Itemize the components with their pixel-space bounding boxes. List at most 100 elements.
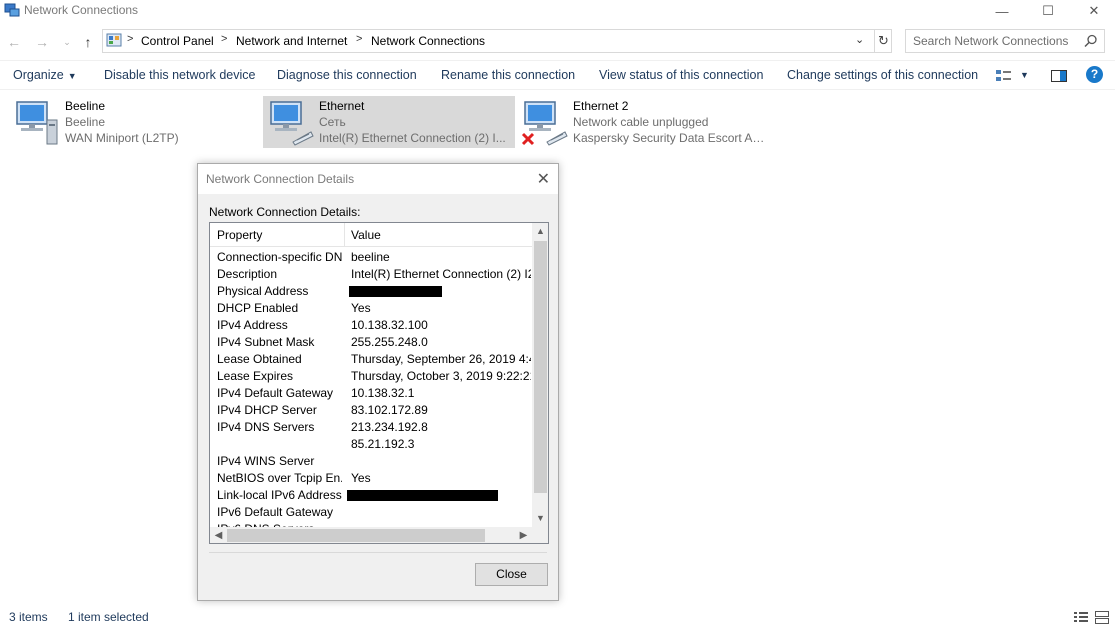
- network-computer-icon: [270, 101, 314, 146]
- connection-status: Beeline: [65, 115, 106, 129]
- refresh-icon[interactable]: ↻: [874, 30, 892, 52]
- column-header-property[interactable]: Property: [217, 228, 262, 242]
- property-cell: IPv4 Subnet Mask: [217, 335, 315, 349]
- connection-device: Intel(R) Ethernet Connection (2) I...: [319, 131, 506, 145]
- list-header: Property Value: [210, 223, 532, 247]
- details-label: Network Connection Details:: [209, 205, 361, 219]
- breadcrumb-network-and-internet[interactable]: Network and Internet: [236, 34, 347, 48]
- disable-device-button[interactable]: Disable this network device: [104, 68, 255, 82]
- connection-name: Beeline: [65, 99, 106, 113]
- address-bar[interactable]: > Control Panel > Network and Internet >…: [102, 29, 892, 53]
- rename-button[interactable]: Rename this connection: [441, 68, 575, 82]
- connection-device: WAN Miniport (L2TP): [65, 131, 179, 145]
- horizontal-scrollbar[interactable]: ◀ ▶: [210, 527, 532, 543]
- property-cell: DHCP Enabled: [217, 301, 299, 315]
- value-cell: Intel(R) Ethernet Connection (2) I218-V: [351, 267, 531, 281]
- tiles-view-icon[interactable]: [1094, 610, 1110, 624]
- property-cell: IPv4 Default Gateway: [217, 386, 334, 400]
- connection-status: Network cable unplugged: [573, 115, 709, 129]
- diagnose-button[interactable]: Diagnose this connection: [277, 68, 417, 82]
- property-cell: Physical Address: [217, 284, 309, 298]
- breadcrumb-control-panel[interactable]: Control Panel: [141, 34, 214, 48]
- forward-icon[interactable]: →: [33, 33, 51, 51]
- property-cell: Description: [217, 267, 278, 281]
- value-cell: Yes: [351, 301, 371, 315]
- property-cell: IPv4 Address: [217, 318, 288, 332]
- property-cell: Lease Obtained: [217, 352, 302, 366]
- property-cell: Link-local IPv6 Address: [217, 488, 342, 502]
- organize-button[interactable]: Organize ▼: [13, 68, 77, 82]
- connection-item-ethernet-2[interactable]: Ethernet 2 Network cable unplugged Kaspe…: [517, 96, 769, 148]
- disconnected-icon: [521, 132, 535, 146]
- help-icon[interactable]: ?: [1086, 66, 1103, 83]
- table-row[interactable]: Lease Obtained Thursday, September 26, 20…: [210, 351, 532, 368]
- value-cell: 85.21.192.3: [351, 437, 415, 451]
- scroll-corner: [532, 527, 548, 543]
- connection-item-ethernet[interactable]: Ethernet Сеть Intel(R) Ethernet Connecti…: [263, 96, 515, 148]
- connection-status: Сеть: [319, 115, 346, 129]
- command-bar: Organize ▼ Disable this network device Di…: [0, 60, 1115, 90]
- column-divider[interactable]: [344, 223, 345, 247]
- item-count: 3 items: [9, 610, 48, 624]
- details-view-icon[interactable]: [1073, 610, 1089, 624]
- table-row[interactable]: DHCP Enabled Yes: [210, 300, 532, 317]
- connection-item-beeline[interactable]: Beeline Beeline WAN Miniport (L2TP): [9, 96, 261, 148]
- title-bar: Network Connections — ☐ ✕: [0, 0, 1115, 22]
- table-row[interactable]: IPv4 WINS Server: [210, 453, 532, 470]
- scroll-left-icon[interactable]: ◀: [210, 527, 227, 543]
- table-row[interactable]: Lease Expires Thursday, October 3, 2019 9…: [210, 368, 532, 385]
- vertical-scrollbar[interactable]: ▲ ▼: [532, 223, 548, 527]
- vertical-scroll-thumb[interactable]: [534, 241, 547, 493]
- table-row[interactable]: Description Intel(R) Ethernet Connection …: [210, 266, 532, 283]
- horizontal-scroll-thumb[interactable]: [227, 529, 485, 542]
- redacted-value: [349, 286, 442, 297]
- up-icon[interactable]: ↑: [79, 33, 97, 51]
- column-header-value[interactable]: Value: [351, 228, 381, 242]
- view-status-button[interactable]: View status of this connection: [599, 68, 763, 82]
- minimize-button[interactable]: —: [979, 0, 1025, 22]
- view-options-icon[interactable]: [995, 67, 1013, 85]
- table-row[interactable]: IPv4 Address 10.138.32.100: [210, 317, 532, 334]
- connection-name: Ethernet: [319, 99, 365, 113]
- search-icon: [1084, 34, 1097, 48]
- dialog-title-bar: Network Connection Details ✕: [198, 164, 558, 194]
- chevron-down-icon[interactable]: ⌄: [855, 33, 864, 46]
- view-options-caret-icon[interactable]: ▼: [1020, 70, 1029, 80]
- maximize-button[interactable]: ☐: [1025, 0, 1071, 22]
- scroll-down-icon[interactable]: ▼: [532, 510, 548, 527]
- back-icon[interactable]: ←: [5, 33, 23, 51]
- search-input[interactable]: Search Network Connections: [905, 29, 1105, 53]
- change-settings-button[interactable]: Change settings of this connection: [787, 68, 978, 82]
- table-row[interactable]: 85.21.192.3: [210, 436, 532, 453]
- preview-pane-icon[interactable]: [1050, 67, 1068, 85]
- search-placeholder: Search Network Connections: [913, 34, 1069, 48]
- close-window-button[interactable]: ✕: [1071, 0, 1115, 22]
- table-row[interactable]: Link-local IPv6 Address: [210, 487, 532, 504]
- caret-down-icon: ▼: [67, 71, 77, 81]
- value-cell: 255.255.248.0: [351, 335, 428, 349]
- property-cell: Lease Expires: [217, 369, 294, 383]
- scroll-up-icon[interactable]: ▲: [532, 223, 548, 240]
- breadcrumb-network-connections[interactable]: Network Connections: [371, 34, 485, 48]
- scroll-right-icon[interactable]: ▶: [515, 527, 532, 543]
- window-title: Network Connections: [24, 3, 139, 17]
- close-button[interactable]: Close: [475, 563, 548, 586]
- connection-device: Kaspersky Security Data Escort Ad...: [573, 131, 765, 145]
- organize-label: Organize: [13, 68, 64, 82]
- table-row[interactable]: NetBIOS over Tcpip En... Yes: [210, 470, 532, 487]
- table-row[interactable]: IPv4 DNS Servers 213.234.192.8: [210, 419, 532, 436]
- details-list[interactable]: Property Value Connection-specific DN...…: [209, 222, 549, 544]
- selection-count: 1 item selected: [68, 610, 149, 624]
- table-row[interactable]: Physical Address: [210, 283, 532, 300]
- close-icon[interactable]: ✕: [537, 169, 550, 189]
- redacted-value: [347, 490, 498, 501]
- table-row[interactable]: IPv4 Subnet Mask 255.255.248.0: [210, 334, 532, 351]
- table-row[interactable]: IPv4 Default Gateway 10.138.32.1: [210, 385, 532, 402]
- table-row[interactable]: IPv4 DHCP Server 83.102.172.89: [210, 402, 532, 419]
- table-row[interactable]: IPv6 Default Gateway: [210, 504, 532, 521]
- recent-locations-icon[interactable]: ⌄: [58, 33, 76, 51]
- value-cell: 83.102.172.89: [351, 403, 428, 417]
- value-cell: Thursday, September 26, 2019 4:45:3: [351, 352, 531, 366]
- value-cell: Thursday, October 3, 2019 9:22:21 AM: [351, 369, 531, 383]
- table-row[interactable]: Connection-specific DN... beeline: [210, 249, 532, 266]
